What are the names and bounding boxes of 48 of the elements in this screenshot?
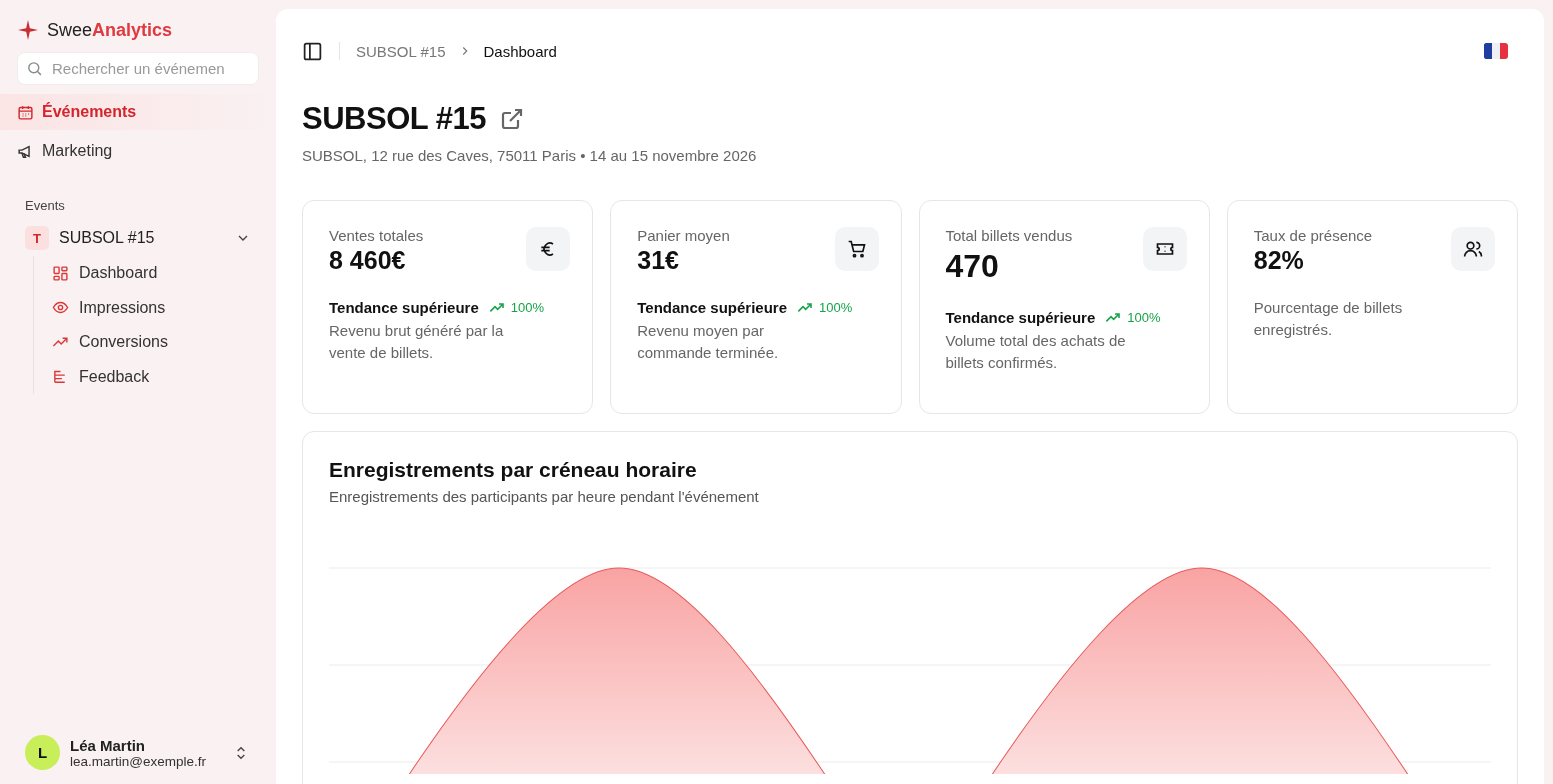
chart-subtitle: Enregistrements des participants par heure pendant l'événement (329, 488, 760, 505)
breadcrumb-link[interactable]: SUBSOL #15 (356, 42, 446, 60)
search-field[interactable]: Rechercher un événemen (17, 52, 259, 85)
section-heading: Events (25, 198, 66, 213)
stat-description: Volume total des achats de billets confirmés. (945, 331, 1127, 373)
sidebar-toggle-icon[interactable] (302, 40, 323, 62)
event-item[interactable]: T SUBSOL #15 (17, 223, 259, 253)
dashboard-icon (52, 264, 69, 282)
trend-percentage: 100% (819, 300, 853, 315)
submenu-item[interactable]: Feedback (52, 359, 259, 394)
search-icon (26, 60, 43, 77)
submenu-item[interactable]: Conversions (52, 325, 259, 360)
stat-label: Ventes totales (329, 227, 424, 244)
flag-icon[interactable] (1484, 43, 1508, 59)
stat-value: 31€ (637, 246, 680, 275)
page-title: SUBSOL #15 (302, 101, 486, 137)
stat-value: 470 (945, 248, 1000, 285)
submenu-item[interactable]: Impressions (52, 290, 259, 325)
trend-label: Tendance supérieure (945, 309, 1096, 326)
user-name: Léa Martin (70, 736, 146, 754)
stat-value: 82% (1253, 246, 1305, 275)
stat-label: Total billets vendus (945, 227, 1073, 244)
calendar-icon (17, 103, 34, 121)
stat-label: Panier moyen (637, 227, 730, 244)
stat-label: Taux de présence (1253, 227, 1373, 244)
stat-value: 8 460€ (329, 246, 407, 275)
logo-icon (17, 19, 39, 41)
event-name: SUBSOL #15 (59, 229, 156, 247)
event-badge: T (25, 226, 49, 250)
submenu-item[interactable]: Dashboard (52, 256, 259, 291)
user-email: lea.martin@exemple.fr (70, 753, 207, 769)
trend-percentage: 100% (510, 300, 545, 315)
trend-label: Tendance supérieure (637, 299, 788, 316)
chart-title: Enregistrements par créneau horaire (329, 458, 698, 482)
stat-description: Pourcentage de billets enregistrés. (1253, 298, 1404, 340)
trend-label: Tendance supérieure (329, 299, 479, 316)
page-subtitle: SUBSOL, 12 rue des Caves, 75011 Paris • 14 au 15 novembre 2026 (302, 147, 758, 164)
avatar: L (25, 735, 60, 770)
user-menu[interactable]: L Léa Martin lea.martin@exemple.fr (17, 735, 259, 770)
stat-description: Revenu brut généré par la vente de billets. (329, 321, 505, 363)
users-icon (1463, 239, 1483, 259)
brand-name: SweeAnalytics (47, 19, 173, 41)
stat-description: Revenu moyen par commande terminée. (637, 321, 780, 363)
breadcrumb-link[interactable]: Dashboard (483, 42, 557, 60)
external-link-icon[interactable] (499, 107, 524, 131)
trend-percentage: 100% (1127, 310, 1161, 325)
nav-item[interactable]: Marketing (0, 133, 276, 169)
cart-icon (846, 239, 867, 259)
